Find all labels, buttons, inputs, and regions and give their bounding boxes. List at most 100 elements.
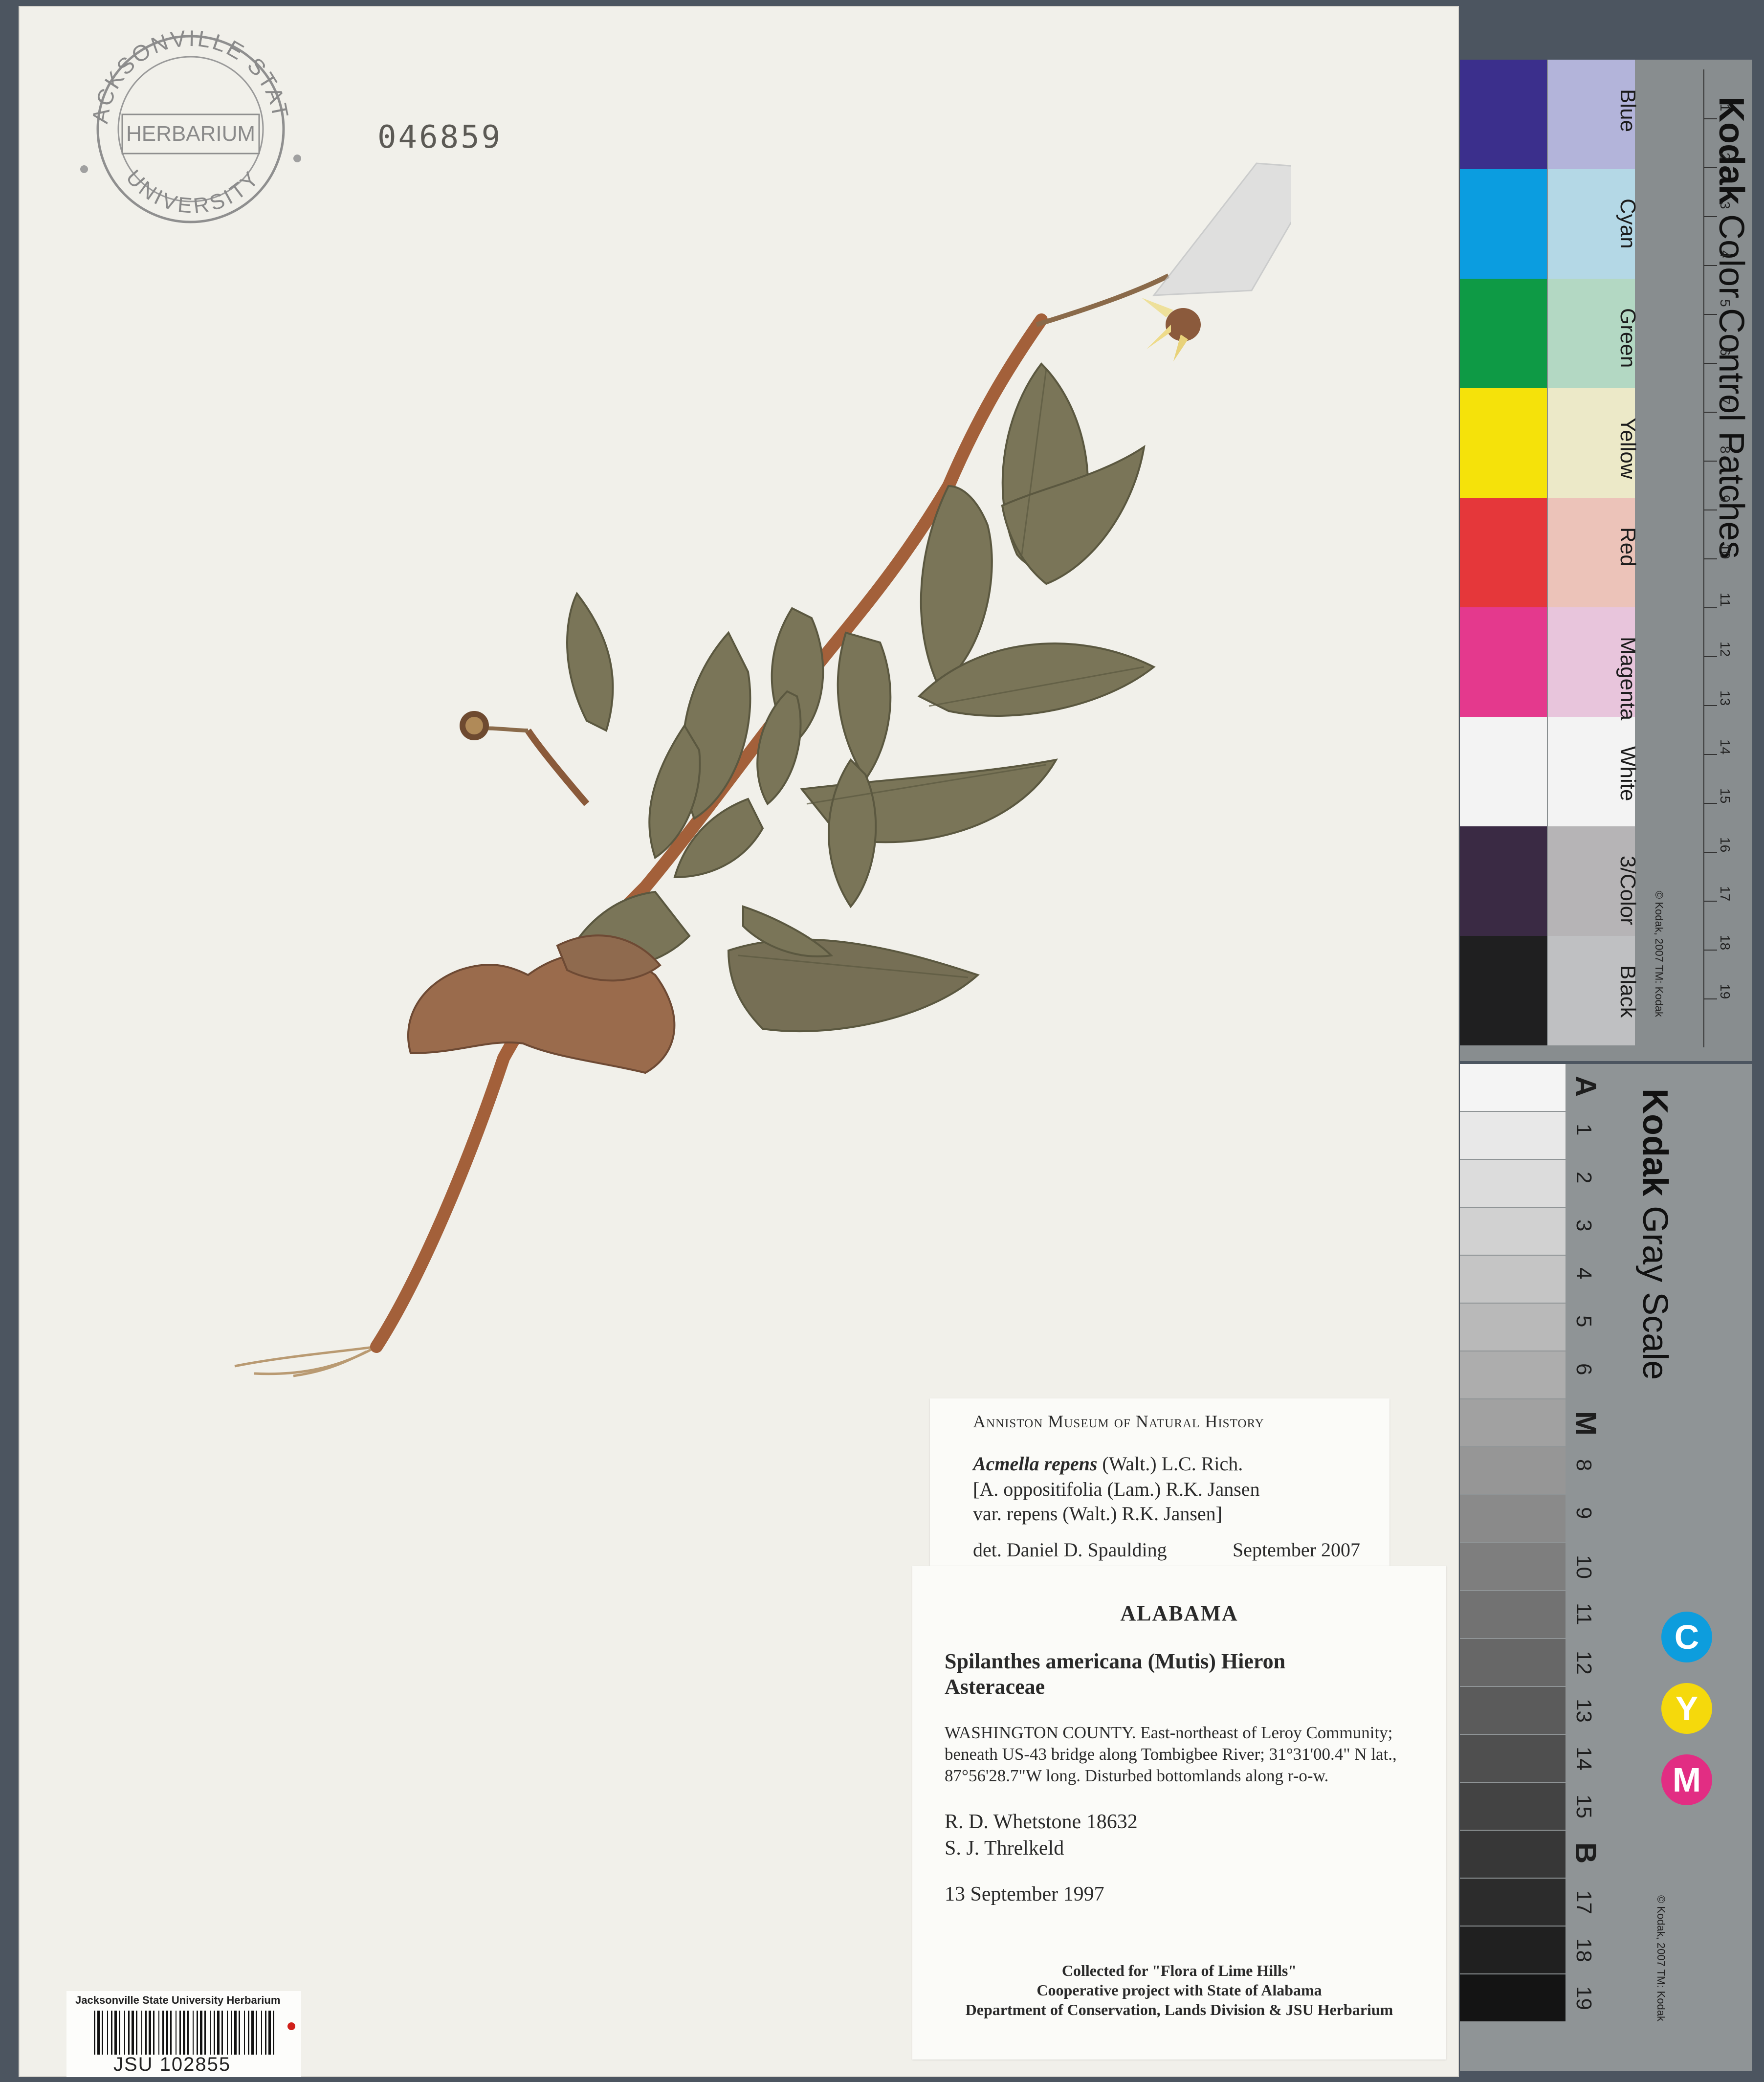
gray-step	[1460, 1112, 1566, 1159]
ruler-tick	[1704, 852, 1717, 853]
gray-step	[1460, 1399, 1566, 1446]
patch-white-dark	[1460, 717, 1547, 826]
ruler-tick	[1704, 461, 1717, 462]
ruler-tick-label: 4	[1718, 250, 1733, 258]
patch-label: Yellow	[1616, 418, 1640, 479]
root-fibers	[234, 1345, 377, 1377]
gray-step-label: 1	[1572, 1124, 1596, 1136]
footer-line-2: Cooperative project with State of Alabam…	[1036, 1981, 1322, 1999]
synonym-line-2: var. repens (Walt.) R.K. Jansen]	[973, 1503, 1222, 1525]
gray-step	[1460, 1879, 1566, 1926]
gray-step	[1460, 1639, 1566, 1686]
barcode-icon	[94, 2011, 274, 2055]
patch-label: Black	[1616, 965, 1640, 1018]
ruler-tick-label: 19	[1718, 984, 1733, 999]
ruler-tick	[1704, 118, 1717, 119]
cmy-circle-c: C	[1661, 1612, 1712, 1662]
collection-date: 13 September 1997	[945, 1883, 1104, 1905]
gray-step	[1460, 1831, 1566, 1878]
ruler-tick	[1704, 363, 1717, 364]
patch-label: Blue	[1616, 89, 1640, 133]
gray-step-label: 9	[1572, 1507, 1596, 1519]
ruler-tick-label: 15	[1718, 788, 1733, 804]
gray-step	[1460, 1974, 1566, 2021]
gray-step-label: A	[1569, 1076, 1602, 1097]
gray-card-copyright: © Kodak, 2007 TM: Kodak	[1655, 1895, 1667, 2021]
synonym-line-1: [A. oppositifolia (Lam.) R.K. Jansen	[973, 1478, 1260, 1500]
ruler-tick-label: 2	[1718, 153, 1733, 160]
ruler-tick-label: 18	[1718, 935, 1733, 951]
footer-line-1: Collected for "Flora of Lime Hills"	[1061, 1962, 1297, 1979]
ruler-tick-label: 3	[1718, 201, 1733, 209]
collector-1: R. D. Whetstone 18632	[945, 1811, 1138, 1833]
plant-specimen	[234, 162, 1291, 1377]
ruler-tick	[1704, 216, 1717, 217]
ruler-tick	[1704, 607, 1717, 608]
barcode-label: Jacksonville State University Herbarium …	[66, 1991, 301, 2077]
gray-step	[1460, 1735, 1566, 1782]
patch-label: 3/Color	[1616, 856, 1640, 925]
ruler-tick	[1704, 901, 1717, 902]
gray-step-label: 12	[1572, 1651, 1596, 1675]
museum-name: Anniston Museum of Natural History	[973, 1412, 1264, 1431]
flower-head-side	[460, 711, 489, 740]
ruler-tick-label: 10	[1718, 544, 1733, 559]
ruler-tick-label: 12	[1718, 642, 1733, 657]
red-dot-marker	[287, 2022, 295, 2030]
gray-step	[1460, 1543, 1566, 1590]
herbarium-sheet: JACKSONVILLE STATE UNIVERSITY HERBARIUM …	[20, 7, 1458, 2077]
dried-brown-leaves	[407, 934, 676, 1074]
patch-label: Red	[1616, 527, 1640, 567]
gray-step	[1460, 1256, 1566, 1303]
footer-line-3: Department of Conservation, Lands Divisi…	[965, 2001, 1393, 2018]
patch-3-color-dark	[1460, 826, 1547, 936]
gray-card-subtitle: Gray Scale	[1635, 1206, 1675, 1380]
gray-scale-card: Kodak Gray Scale CYM © Kodak, 2007 TM: K…	[1460, 1064, 1752, 2071]
locality-line-3: 87°56'28.7"W long. Disturbed bottomlands…	[945, 1766, 1329, 1785]
ruler-tick-label: 16	[1718, 837, 1733, 853]
gray-step	[1460, 1591, 1566, 1638]
family-name: Asteraceae	[945, 1675, 1045, 1699]
determination-label: Anniston Museum of Natural History Acmel…	[930, 1398, 1389, 1574]
patch-yellow-dark	[1460, 388, 1547, 498]
ruler-tick	[1704, 803, 1717, 804]
ruler-tick-label: 13	[1718, 690, 1733, 706]
gray-step	[1460, 1351, 1566, 1398]
patch-label: White	[1616, 746, 1640, 801]
ruler-tick	[1704, 314, 1717, 315]
patch-label: Cyan	[1616, 199, 1640, 249]
ruler-tick-label: 6	[1718, 348, 1733, 356]
gray-step-label: 3	[1572, 1219, 1596, 1232]
ruler-tick	[1704, 167, 1717, 168]
state-heading: ALABAMA	[1120, 1601, 1238, 1625]
gray-step-label: 19	[1572, 1986, 1596, 2010]
locality-line-2: beneath US-43 bridge along Tombigbee Riv…	[945, 1745, 1397, 1764]
flower-head-top	[1142, 298, 1201, 361]
gray-step-label: B	[1569, 1842, 1602, 1864]
ruler-tick-label: 5	[1718, 299, 1733, 307]
gray-step-label: 13	[1572, 1699, 1596, 1723]
gray-step-label: 11	[1572, 1603, 1596, 1625]
accepted-name-binomial: Acmella repens	[973, 1453, 1098, 1475]
barcode-institution: Jacksonville State University Herbarium	[75, 1994, 281, 2006]
ruler-tick	[1704, 656, 1717, 657]
ruler-tick-label: 1	[1718, 104, 1733, 111]
specimen-packet	[1152, 162, 1291, 296]
gray-step-label: 17	[1572, 1890, 1596, 1914]
gray-step-label: 8	[1572, 1459, 1596, 1471]
ruler-tick	[1704, 412, 1717, 413]
cm-ruler: 1 2 3 4 5 6 7 8 9 10 11 12 13 14 15 16 17 18 19	[1703, 69, 1753, 1047]
gray-card-title: Kodak Gray Scale	[1635, 1088, 1675, 1380]
stamp-center-text: HERBARIUM	[126, 122, 255, 146]
ruler-tick-label: 8	[1718, 446, 1733, 454]
collector-2: S. J. Threlkeld	[945, 1837, 1064, 1860]
ruler-tick-label: 17	[1718, 886, 1733, 902]
cmy-circle-m: M	[1661, 1754, 1712, 1805]
gray-step-label: 4	[1572, 1267, 1596, 1280]
determiner: det. Daniel D. Spaulding	[973, 1539, 1167, 1561]
gray-step	[1460, 1447, 1566, 1494]
patch-green-dark	[1460, 279, 1547, 388]
ruler-tick-label: 9	[1718, 495, 1733, 503]
patch-cyan-dark	[1460, 169, 1547, 279]
gray-step	[1460, 1160, 1566, 1207]
